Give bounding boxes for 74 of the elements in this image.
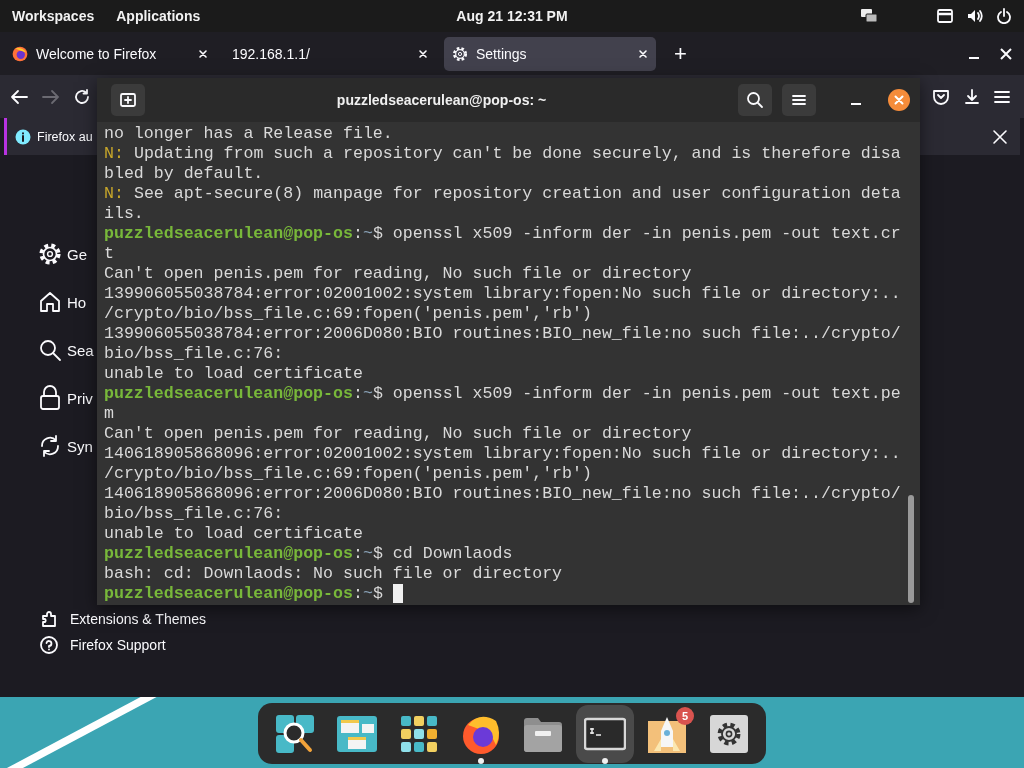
power-icon[interactable] xyxy=(996,8,1012,24)
sidebar-link[interactable]: Extensions & Themes xyxy=(70,611,206,627)
terminal-line: /crypto/bio/bss_file.c:69:fopen('penis.pem','rb') xyxy=(104,464,592,484)
browser-tab[interactable]: Welcome to Firefox xyxy=(4,36,216,71)
sync-icon[interactable] xyxy=(38,434,62,458)
terminal-line: puzzledseacerulean@pop-os:~$ openssl x509 -inform der -in penis.pem -out text.pe xyxy=(104,384,901,404)
close-icon[interactable] xyxy=(1000,47,1012,60)
sidebar-item[interactable]: Syn xyxy=(67,437,93,455)
terminal-line: puzzledseacerulean@pop-os:~$ cd Downlaods xyxy=(104,544,513,564)
search-icon[interactable] xyxy=(38,338,62,362)
gear-icon[interactable] xyxy=(38,242,62,266)
clock[interactable]: Aug 21 12:31 PM xyxy=(456,8,568,24)
terminal-line: unable to load certificate xyxy=(104,364,363,384)
volume-icon[interactable] xyxy=(966,8,984,24)
workspaces-button[interactable]: Workspaces xyxy=(12,8,95,24)
new-tab-button[interactable] xyxy=(111,84,145,116)
puzzle-icon xyxy=(40,610,58,628)
monitor-icon[interactable] xyxy=(860,8,878,24)
terminal-line: puzzledseacerulean@pop-os:~$ openssl x509 -inform der -in penis.pem -out text.cr xyxy=(104,224,901,244)
search-button[interactable] xyxy=(738,84,772,116)
menu-icon[interactable] xyxy=(792,94,806,106)
home-icon[interactable] xyxy=(38,290,62,314)
search-icon[interactable] xyxy=(746,91,764,109)
scrollbar-thumb[interactable] xyxy=(908,495,914,603)
sidebar-item[interactable]: Ge xyxy=(67,245,87,263)
download-icon[interactable] xyxy=(964,88,980,105)
terminal-line: N: See apt-secure(8) manpage for repository creation and user configuration deta xyxy=(104,184,901,204)
terminal-line: no longer has a Release file. xyxy=(104,124,393,144)
new-tab-button[interactable]: + xyxy=(674,40,687,67)
close-icon[interactable] xyxy=(992,128,1008,145)
browser-icon[interactable] xyxy=(12,45,28,62)
terminal-line: m xyxy=(104,404,114,424)
close-icon[interactable] xyxy=(638,48,648,59)
terminal-line: puzzledseacerulean@pop-os:~$ xyxy=(104,584,403,604)
terminal-icon[interactable] xyxy=(576,704,634,763)
terminal-line: bio/bss_file.c:76: xyxy=(104,504,284,524)
terminal-line: N: Updating from such a repository can't be done securely, and is therefore disa xyxy=(104,144,901,164)
close-icon[interactable] xyxy=(198,48,208,59)
window-title: puzzledseacerulean@pop-os: ~ xyxy=(335,92,548,108)
pocket-icon[interactable] xyxy=(932,88,950,105)
close-icon[interactable] xyxy=(888,89,910,111)
lock-icon[interactable] xyxy=(38,385,62,411)
reload-icon[interactable] xyxy=(74,88,90,105)
terminal-line: Can't open penis.pem for reading, No such file or directory xyxy=(104,264,692,284)
terminal-line: ils. xyxy=(104,204,144,224)
notification-badge: 5 xyxy=(676,706,694,725)
terminal-line: unable to load certificate xyxy=(104,524,363,544)
terminal-line: 139906055038784:error:02001002:system library:fopen:No such file or directory:.. xyxy=(104,284,901,304)
gear-icon xyxy=(452,45,468,62)
terminal-line: bash: cd: Downlaods: No such file or directory xyxy=(104,564,563,584)
terminal-line: 139906055038784:error:2006D080:BIO routines:BIO_new_file:no such file:../crypto/ xyxy=(104,324,901,344)
applications-button[interactable]: Applications xyxy=(116,8,201,24)
terminal-line: 140618905868096:error:2006D080:BIO routines:BIO_new_file:no such file:../crypto/ xyxy=(104,484,901,504)
back-arrow-icon[interactable] xyxy=(10,88,28,105)
menu-icon[interactable] xyxy=(994,89,1010,104)
terminal-line: t xyxy=(104,244,114,264)
notification-text: Firefox au xyxy=(37,129,93,144)
sidebar-link[interactable]: Firefox Support xyxy=(70,637,166,653)
plus-window-icon[interactable] xyxy=(119,92,137,108)
browser-tab[interactable]: 192.168.1.1/ xyxy=(224,36,436,71)
sidebar-item[interactable]: Sea xyxy=(67,341,94,359)
browser-tab[interactable]: Settings xyxy=(444,36,656,71)
sidebar-item[interactable]: Ho xyxy=(67,293,87,311)
sidebar-item[interactable]: Priv xyxy=(67,389,93,407)
terminal-line: Can't open penis.pem for reading, No such file or directory xyxy=(104,424,692,444)
menu-button[interactable] xyxy=(782,84,816,116)
window-icon[interactable] xyxy=(936,8,954,24)
info-icon xyxy=(15,128,31,145)
terminal-line: bled by default. xyxy=(104,164,264,184)
terminal-line: bio/bss_file.c:76: xyxy=(104,344,284,364)
terminal-line: /crypto/bio/bss_file.c:69:fopen('penis.pem','rb') xyxy=(104,304,592,324)
help-icon xyxy=(40,636,58,654)
terminal-line: 140618905868096:error:02001002:system library:fopen:No such file or directory:.. xyxy=(104,444,901,464)
close-icon[interactable] xyxy=(418,48,428,59)
